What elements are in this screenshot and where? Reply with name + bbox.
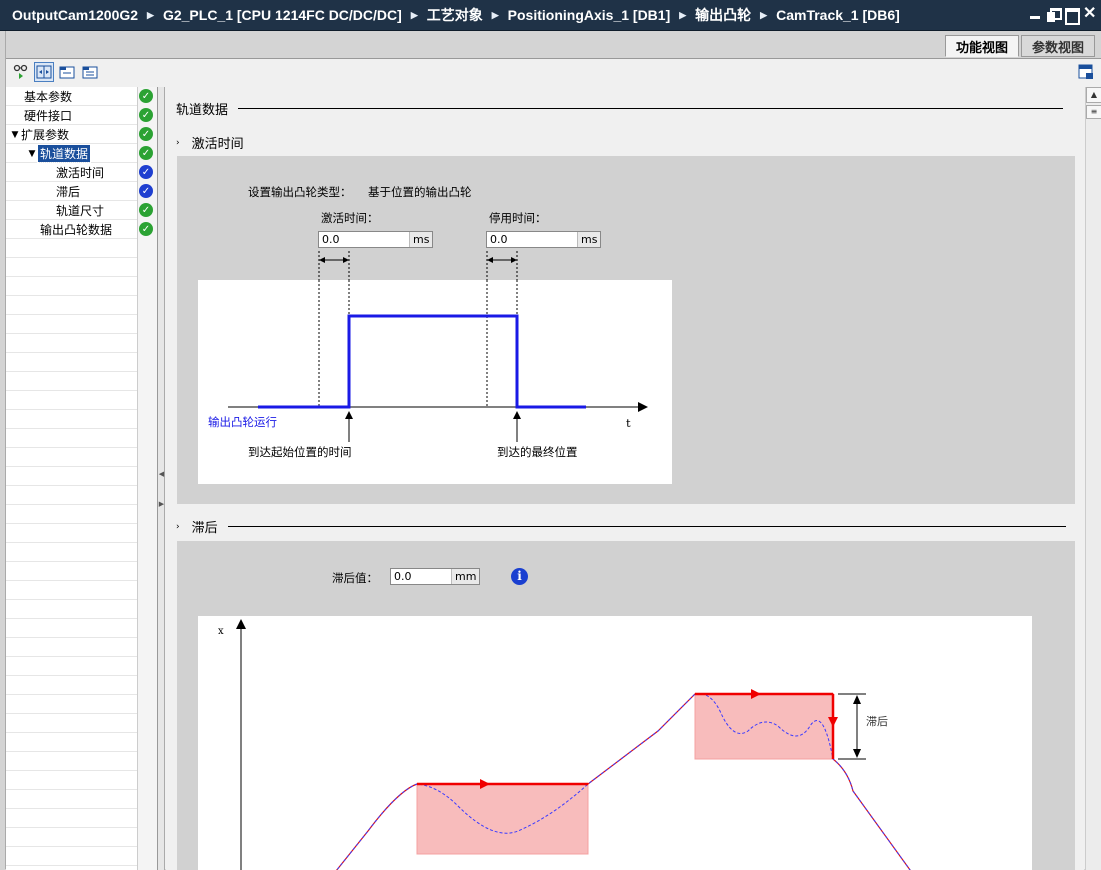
tree-item-extended-params[interactable]: ▼ 扩展参数 — [9, 125, 140, 144]
tree-item-label: 输出凸轮数据 — [40, 223, 113, 237]
end-position-caption: 到达的最终位置 — [497, 445, 578, 459]
status-ok-icon: ✓ — [139, 222, 153, 236]
start-position-caption: 到达起始位置的时间 — [248, 445, 352, 459]
restore-icon[interactable] — [1047, 7, 1062, 22]
scroll-up-icon[interactable]: ▲ — [1086, 87, 1101, 103]
tree-item-hw-interface[interactable]: 硬件接口 — [24, 106, 155, 125]
navigation-tree: 基本参数 ✓ 硬件接口 ✓ ▼ 扩展参数 ✓ ▼ 轨道数据 ✓ 激活时间 ✓ 滞后 … — [6, 87, 158, 870]
tree-item-label: 激活时间 — [56, 166, 105, 180]
status-check-blue-icon: ✓ — [139, 184, 153, 198]
breadcrumb-separator-icon: ▶ — [491, 9, 499, 20]
hysteresis-panel: 滞后值： 0.0 mm i x 滞后 — [177, 541, 1075, 870]
status-check-blue-icon: ✓ — [139, 165, 153, 179]
tab-function-view[interactable]: 功能视图 — [944, 35, 1019, 57]
editor-frame: 功能视图 参数视图 基本参数 ✓ 硬件接口 ✓ ▼ 扩展参数 ✓ ▼ 轨道数据 … — [5, 31, 1101, 870]
info-icon[interactable]: i — [511, 568, 528, 585]
expand-arrow-icon[interactable]: ▼ — [9, 130, 21, 140]
activation-diagram: 输出凸轮运行 t 到达起始位置的时间 到达的最终位置 — [198, 280, 672, 484]
panel-splitter[interactable]: ◀ ▶ — [158, 87, 165, 870]
online-monitor-icon[interactable] — [11, 62, 31, 82]
status-ok-icon: ✓ — [139, 108, 153, 122]
tree-item-track-data[interactable]: ▼ 轨道数据 — [26, 144, 157, 163]
tree-item-label: 扩展参数 — [21, 128, 70, 142]
window-controls: ✕ — [1029, 6, 1096, 25]
expand-arrow-icon[interactable]: ▼ — [26, 149, 38, 159]
main-area: 基本参数 ✓ 硬件接口 ✓ ▼ 扩展参数 ✓ ▼ 轨道数据 ✓ 激活时间 ✓ 滞后 … — [6, 58, 1101, 870]
toolbar — [11, 62, 100, 82]
status-ok-icon: ✓ — [139, 127, 153, 141]
section-track-data: 轨道数据 — [176, 99, 1064, 118]
expand-right-icon[interactable]: ▶ — [158, 500, 165, 514]
breadcrumb-camtrack[interactable]: CamTrack_1 [DB6] — [772, 7, 904, 23]
maximize-icon[interactable] — [1065, 7, 1080, 25]
activation-panel: 设置输出凸轮类型： 基于位置的输出凸轮 激活时间： 0.0 ms 停用时间： 0… — [177, 156, 1075, 504]
breadcrumb-separator-icon: ▶ — [679, 9, 687, 20]
chevron-right-icon[interactable]: › — [176, 138, 180, 148]
breadcrumb-output-cam[interactable]: 输出凸轮 — [691, 5, 755, 25]
divider — [227, 526, 1066, 527]
tree-item-label: 轨道数据 — [36, 144, 92, 163]
breadcrumb-axis[interactable]: PositioningAxis_1 [DB1] — [504, 7, 675, 23]
status-ok-icon: ✓ — [139, 203, 153, 217]
tree-item-label: 基本参数 — [24, 90, 73, 104]
close-icon[interactable]: ✕ — [1083, 6, 1096, 22]
section-title: 激活时间 — [191, 137, 244, 152]
divider — [238, 108, 1064, 109]
hysteresis-chart — [236, 619, 911, 870]
hysteresis-value-input[interactable]: 0.0 — [391, 569, 451, 584]
list-view-icon[interactable] — [80, 62, 100, 82]
hysteresis-value-label: 滞后值： — [332, 571, 378, 585]
status-ok-icon: ✓ — [139, 146, 153, 160]
title-bar: OutputCam1200G2 ▶ G2_PLC_1 [CPU 1214FC D… — [0, 0, 1101, 31]
tree-item-label: 硬件接口 — [24, 109, 73, 123]
cam-running-label: 输出凸轮运行 — [208, 415, 277, 429]
hysteresis-value-field[interactable]: 0.0 mm — [390, 568, 481, 585]
hysteresis-dimension-label: 滞后 — [866, 715, 888, 728]
folder-view-icon[interactable] — [57, 62, 77, 82]
collapse-left-icon[interactable]: ◀ — [158, 470, 165, 484]
compare-icon[interactable] — [34, 62, 54, 82]
tree-item-basic-params[interactable]: 基本参数 — [24, 87, 155, 106]
scroll-thumb[interactable]: ≡ — [1086, 105, 1101, 119]
minimize-icon[interactable] — [1029, 7, 1041, 21]
hysteresis-value-unit: mm — [451, 569, 480, 584]
breadcrumb: OutputCam1200G2 ▶ G2_PLC_1 [CPU 1214FC D… — [0, 5, 904, 25]
breadcrumb-separator-icon: ▶ — [147, 9, 154, 20]
tree-item-label: 滞后 — [56, 185, 81, 199]
chevron-right-icon[interactable]: › — [176, 522, 180, 532]
breadcrumb-separator-icon: ▶ — [410, 9, 418, 20]
time-axis-label: t — [626, 416, 631, 430]
tab-parameter-view[interactable]: 参数视图 — [1020, 35, 1095, 57]
breadcrumb-separator-icon: ▶ — [760, 9, 768, 20]
view-tabs: 功能视图 参数视图 — [944, 35, 1095, 57]
breadcrumb-plc[interactable]: G2_PLC_1 [CPU 1214FC DC/DC/DC] — [159, 7, 406, 23]
tree-item-label: 轨道尺寸 — [56, 204, 105, 218]
section-title: 轨道数据 — [176, 103, 229, 118]
layout-settings-icon[interactable] — [1078, 64, 1094, 80]
vertical-scrollbar[interactable]: ▲ ≡ — [1085, 87, 1101, 870]
section-title: 滞后 — [191, 521, 218, 536]
section-activation-time[interactable]: › 激活时间 — [176, 133, 244, 152]
x-axis-label: x — [218, 626, 224, 637]
status-ok-icon: ✓ — [139, 89, 153, 103]
section-hysteresis[interactable]: › 滞后 — [176, 517, 1066, 536]
content-panel: 轨道数据 › 激活时间 设置输出凸轮类型： 基于位置的输出凸轮 激活时间： 0.… — [166, 87, 1084, 870]
breadcrumb-project[interactable]: OutputCam1200G2 — [8, 7, 142, 23]
breadcrumb-tech-objects[interactable]: 工艺对象 — [423, 5, 487, 25]
hysteresis-diagram: x 滞后 — [198, 616, 1032, 870]
